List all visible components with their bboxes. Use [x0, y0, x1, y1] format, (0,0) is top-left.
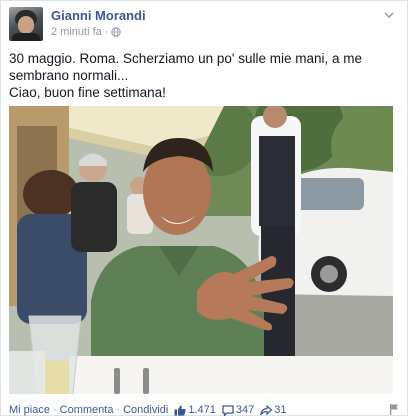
post-header: Gianni Morandi 2 minuti fa · [9, 7, 399, 43]
facebook-post: Gianni Morandi 2 minuti fa · 30 maggio. … [0, 0, 408, 416]
thumbs-up-icon [174, 405, 187, 416]
like-button[interactable]: Mi piace [9, 404, 50, 416]
globe-icon[interactable] [111, 27, 122, 37]
separator: · [52, 404, 57, 416]
comments-count[interactable]: 347 [222, 404, 254, 416]
flag-icon[interactable] [389, 403, 399, 415]
likes-count-text: 1.471 [188, 404, 216, 416]
author-name[interactable]: Gianni Morandi [51, 8, 146, 23]
comment-button[interactable]: Commenta [60, 404, 114, 416]
shares-count-text: 31 [274, 404, 287, 416]
post-photo[interactable] [9, 106, 393, 394]
comment-bubble-icon [222, 404, 234, 416]
post-meta: 2 minuti fa · [51, 26, 122, 38]
post-text-line: 30 maggio. Roma. Scherziamo un po' sulle… [9, 51, 362, 83]
post-time[interactable]: 2 minuti fa [51, 26, 102, 38]
share-button[interactable]: Condividi [123, 404, 168, 416]
chevron-down-icon[interactable] [383, 9, 395, 21]
photo-scene [9, 106, 393, 394]
share-arrow-icon [260, 404, 273, 415]
post-actions: Mi piace · Commenta · Condividi 1.471 34… [9, 403, 399, 416]
comments-count-text: 347 [235, 404, 255, 416]
shares-count[interactable]: 31 [260, 404, 287, 416]
post-text-line: Ciao, buon fine settimana! [9, 85, 166, 100]
post-text: 30 maggio. Roma. Scherziamo un po' sulle… [9, 50, 401, 101]
separator: · [116, 404, 121, 416]
likes-count[interactable]: 1.471 [174, 404, 216, 416]
author-avatar[interactable] [9, 7, 43, 41]
